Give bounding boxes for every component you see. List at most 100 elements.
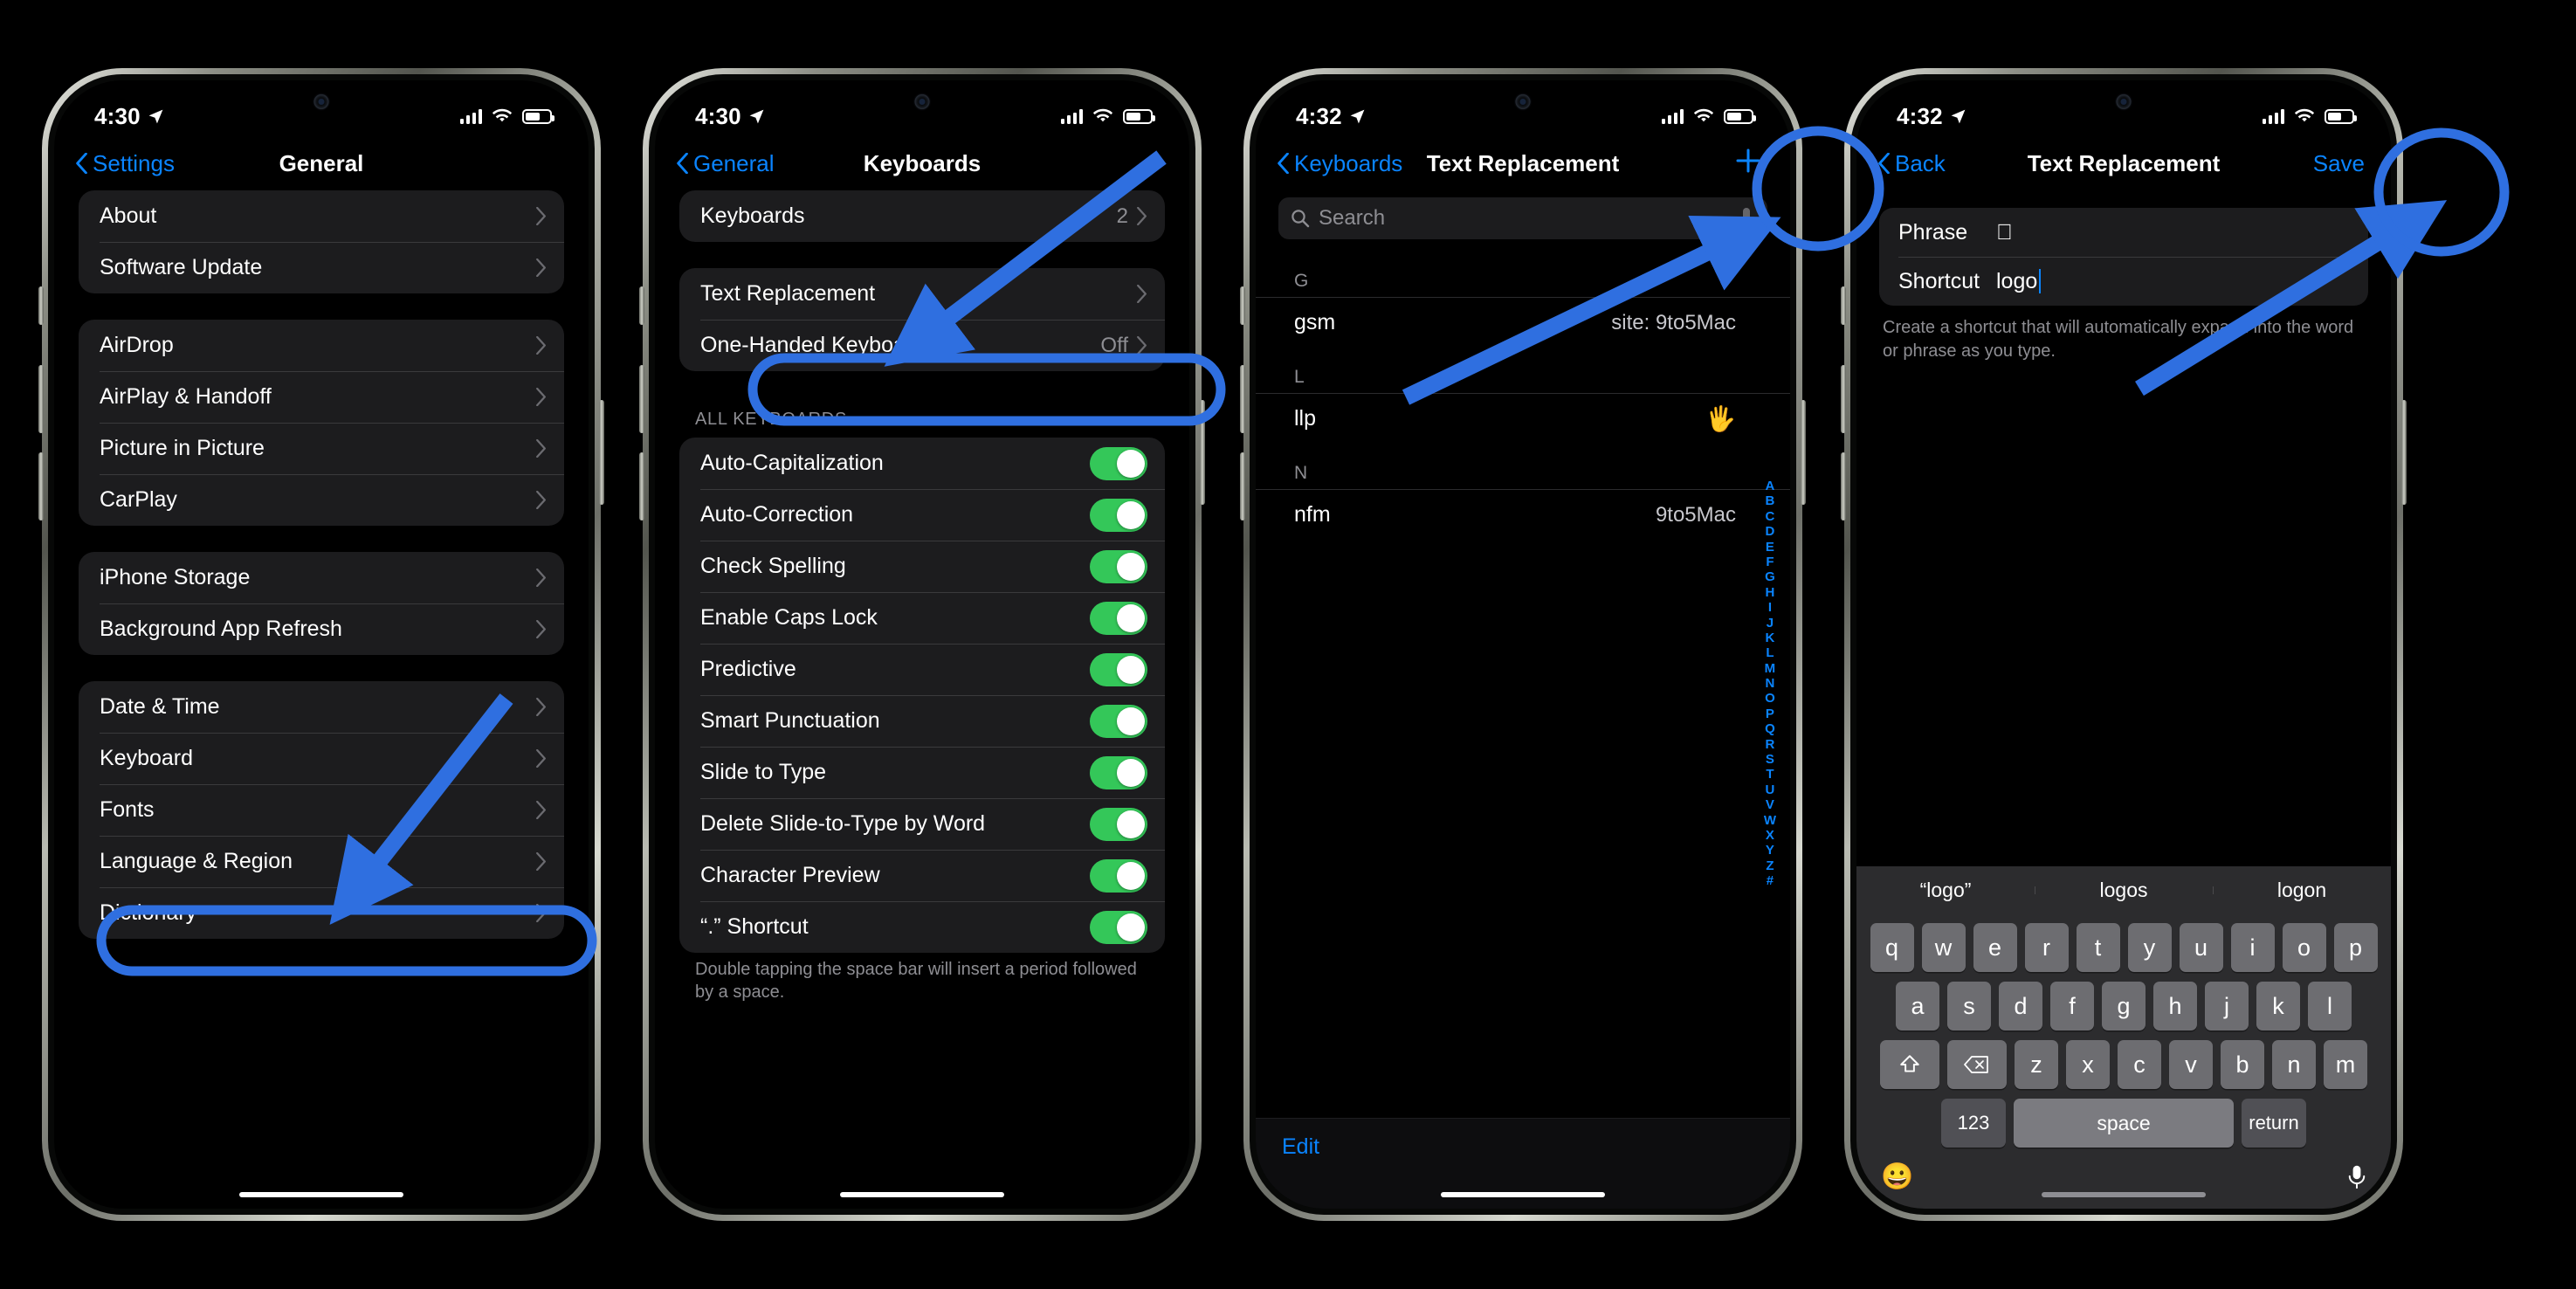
key-p[interactable]: p bbox=[2333, 923, 2378, 972]
settings-row-software-update[interactable]: Software Update bbox=[79, 242, 564, 293]
settings-row-date-time[interactable]: Date & Time bbox=[79, 681, 564, 733]
key-e[interactable]: e bbox=[1973, 923, 2017, 972]
key-g[interactable]: g bbox=[2102, 982, 2146, 1031]
index-letter-W[interactable]: W bbox=[1764, 813, 1776, 828]
key-v[interactable]: v bbox=[2169, 1040, 2213, 1089]
shortcut-row[interactable]: Shortcut logo bbox=[1879, 257, 2368, 306]
key-o[interactable]: o bbox=[2282, 923, 2326, 972]
index-letter-Q[interactable]: Q bbox=[1765, 721, 1775, 736]
index-letter-K[interactable]: K bbox=[1765, 631, 1774, 645]
index-letter-Y[interactable]: Y bbox=[1766, 843, 1774, 858]
entry-row[interactable]: gsm site: 9to5Mac bbox=[1256, 297, 1790, 348]
index-letter-I[interactable]: I bbox=[1768, 600, 1772, 615]
volume-up-button[interactable] bbox=[639, 365, 644, 433]
index-letter-J[interactable]: J bbox=[1767, 616, 1774, 631]
prediction-1[interactable]: logos bbox=[2035, 879, 2213, 902]
settings-row-keyboards[interactable]: Keyboards 2 bbox=[679, 190, 1165, 242]
microphone-icon[interactable] bbox=[2347, 1164, 2366, 1190]
volume-up-button[interactable] bbox=[1240, 365, 1245, 433]
key-y[interactable]: y bbox=[2127, 923, 2172, 972]
add-entry-button[interactable] bbox=[1732, 145, 1790, 183]
key-j[interactable]: j bbox=[2205, 982, 2249, 1031]
toggle-row-delete-slide-to-type-by-word[interactable]: Delete Slide-to-Type by Word bbox=[679, 798, 1165, 850]
power-button[interactable] bbox=[2401, 400, 2407, 505]
key-u[interactable]: u bbox=[2179, 923, 2223, 972]
toggle-row-check-spelling[interactable]: Check Spelling bbox=[679, 541, 1165, 592]
index-letter-X[interactable]: X bbox=[1766, 828, 1774, 843]
key-m[interactable]: m bbox=[2324, 1040, 2367, 1089]
numbers-key[interactable]: 123 bbox=[1941, 1099, 2006, 1148]
toggle-switch[interactable] bbox=[1090, 807, 1147, 841]
return-key[interactable]: return bbox=[2242, 1099, 2306, 1148]
mute-switch[interactable] bbox=[1841, 286, 1846, 325]
key-f[interactable]: f bbox=[2050, 982, 2094, 1031]
toggle-switch[interactable] bbox=[1090, 858, 1147, 893]
volume-down-button[interactable] bbox=[38, 452, 44, 520]
index-letter-E[interactable]: E bbox=[1766, 540, 1774, 555]
back-button[interactable]: General bbox=[655, 150, 775, 177]
index-letter-S[interactable]: S bbox=[1766, 752, 1774, 767]
microphone-icon[interactable] bbox=[1738, 207, 1755, 230]
index-letter-N[interactable]: N bbox=[1765, 676, 1774, 691]
search-input[interactable]: Search bbox=[1319, 206, 1729, 231]
key-r[interactable]: r bbox=[2024, 923, 2069, 972]
settings-row-about[interactable]: About bbox=[79, 190, 564, 242]
alphabet-index[interactable]: A B C D E F G H I J K L M N O P Q R S T U V W X Y Z # bbox=[1764, 479, 1776, 889]
toggle-switch[interactable] bbox=[1090, 755, 1147, 789]
toggle-switch[interactable] bbox=[1090, 498, 1147, 532]
index-letter-T[interactable]: T bbox=[1766, 767, 1774, 782]
back-button[interactable]: Back bbox=[1856, 150, 1946, 177]
settings-row-one-handed-keyboard[interactable]: One-Handed Keyboard Off bbox=[679, 320, 1165, 371]
toggle-switch[interactable] bbox=[1090, 704, 1147, 738]
index-letter-V[interactable]: V bbox=[1766, 797, 1774, 812]
settings-row-picture-in-picture[interactable]: Picture in Picture bbox=[79, 423, 564, 474]
key-b[interactable]: b bbox=[2221, 1040, 2264, 1089]
prediction-0[interactable]: “logo” bbox=[1856, 879, 2035, 902]
toggle-switch[interactable] bbox=[1090, 652, 1147, 686]
shortcut-field[interactable]: logo bbox=[1996, 269, 2037, 294]
toggle-row-smart-punctuation[interactable]: Smart Punctuation bbox=[679, 695, 1165, 747]
key-z[interactable]: z bbox=[2015, 1040, 2058, 1089]
mute-switch[interactable] bbox=[38, 286, 44, 325]
toggle-row-slide-to-type[interactable]: Slide to Type bbox=[679, 747, 1165, 798]
index-letter-U[interactable]: U bbox=[1765, 782, 1774, 797]
entry-row[interactable]: nfm 9to5Mac bbox=[1256, 489, 1790, 540]
index-letter-P[interactable]: P bbox=[1766, 707, 1774, 721]
index-letter-G[interactable]: G bbox=[1765, 569, 1775, 584]
save-button[interactable]: Save bbox=[2313, 150, 2391, 177]
toggle-switch[interactable] bbox=[1090, 910, 1147, 944]
emoji-icon[interactable]: 😀 bbox=[1881, 1161, 1913, 1192]
index-letter-H[interactable]: H bbox=[1765, 585, 1774, 600]
key-h[interactable]: h bbox=[2153, 982, 2197, 1031]
toggle-row-enable-caps-lock[interactable]: Enable Caps Lock bbox=[679, 592, 1165, 644]
power-button[interactable] bbox=[1200, 400, 1205, 505]
phrase-field[interactable]:  bbox=[1996, 220, 2013, 245]
settings-row-text-replacement[interactable]: Text Replacement bbox=[679, 268, 1165, 320]
volume-down-button[interactable] bbox=[1841, 452, 1846, 520]
key-w[interactable]: w bbox=[1921, 923, 1966, 972]
settings-row-keyboard[interactable]: Keyboard bbox=[79, 733, 564, 784]
power-button[interactable] bbox=[599, 400, 604, 505]
volume-down-button[interactable] bbox=[639, 452, 644, 520]
index-letter-R[interactable]: R bbox=[1765, 737, 1774, 752]
index-letter-C[interactable]: C bbox=[1765, 509, 1774, 524]
settings-row-iphone-storage[interactable]: iPhone Storage bbox=[79, 552, 564, 603]
volume-up-button[interactable] bbox=[1841, 365, 1846, 433]
settings-row-background-app-refresh[interactable]: Background App Refresh bbox=[79, 603, 564, 655]
key-c[interactable]: c bbox=[2118, 1040, 2161, 1089]
backspace-key[interactable] bbox=[1947, 1040, 2007, 1089]
phrase-row[interactable]: Phrase  bbox=[1879, 208, 2368, 257]
index-letter-B[interactable]: B bbox=[1765, 493, 1774, 508]
toggle-switch[interactable] bbox=[1090, 601, 1147, 635]
index-letter-A[interactable]: A bbox=[1765, 479, 1774, 493]
toggle-row-auto-capitalization[interactable]: Auto-Capitalization bbox=[679, 438, 1165, 489]
settings-row-carplay[interactable]: CarPlay bbox=[79, 474, 564, 526]
settings-row-airplay-handoff[interactable]: AirPlay & Handoff bbox=[79, 371, 564, 423]
search-bar[interactable]: Search bbox=[1278, 197, 1767, 239]
index-letter-D[interactable]: D bbox=[1765, 524, 1774, 539]
toggle-switch[interactable] bbox=[1090, 446, 1147, 480]
entry-row[interactable]: llp 🖐️ bbox=[1256, 393, 1790, 444]
toggle-switch[interactable] bbox=[1090, 549, 1147, 583]
toggle-row-predictive[interactable]: Predictive bbox=[679, 644, 1165, 695]
key-s[interactable]: s bbox=[1947, 982, 1991, 1031]
